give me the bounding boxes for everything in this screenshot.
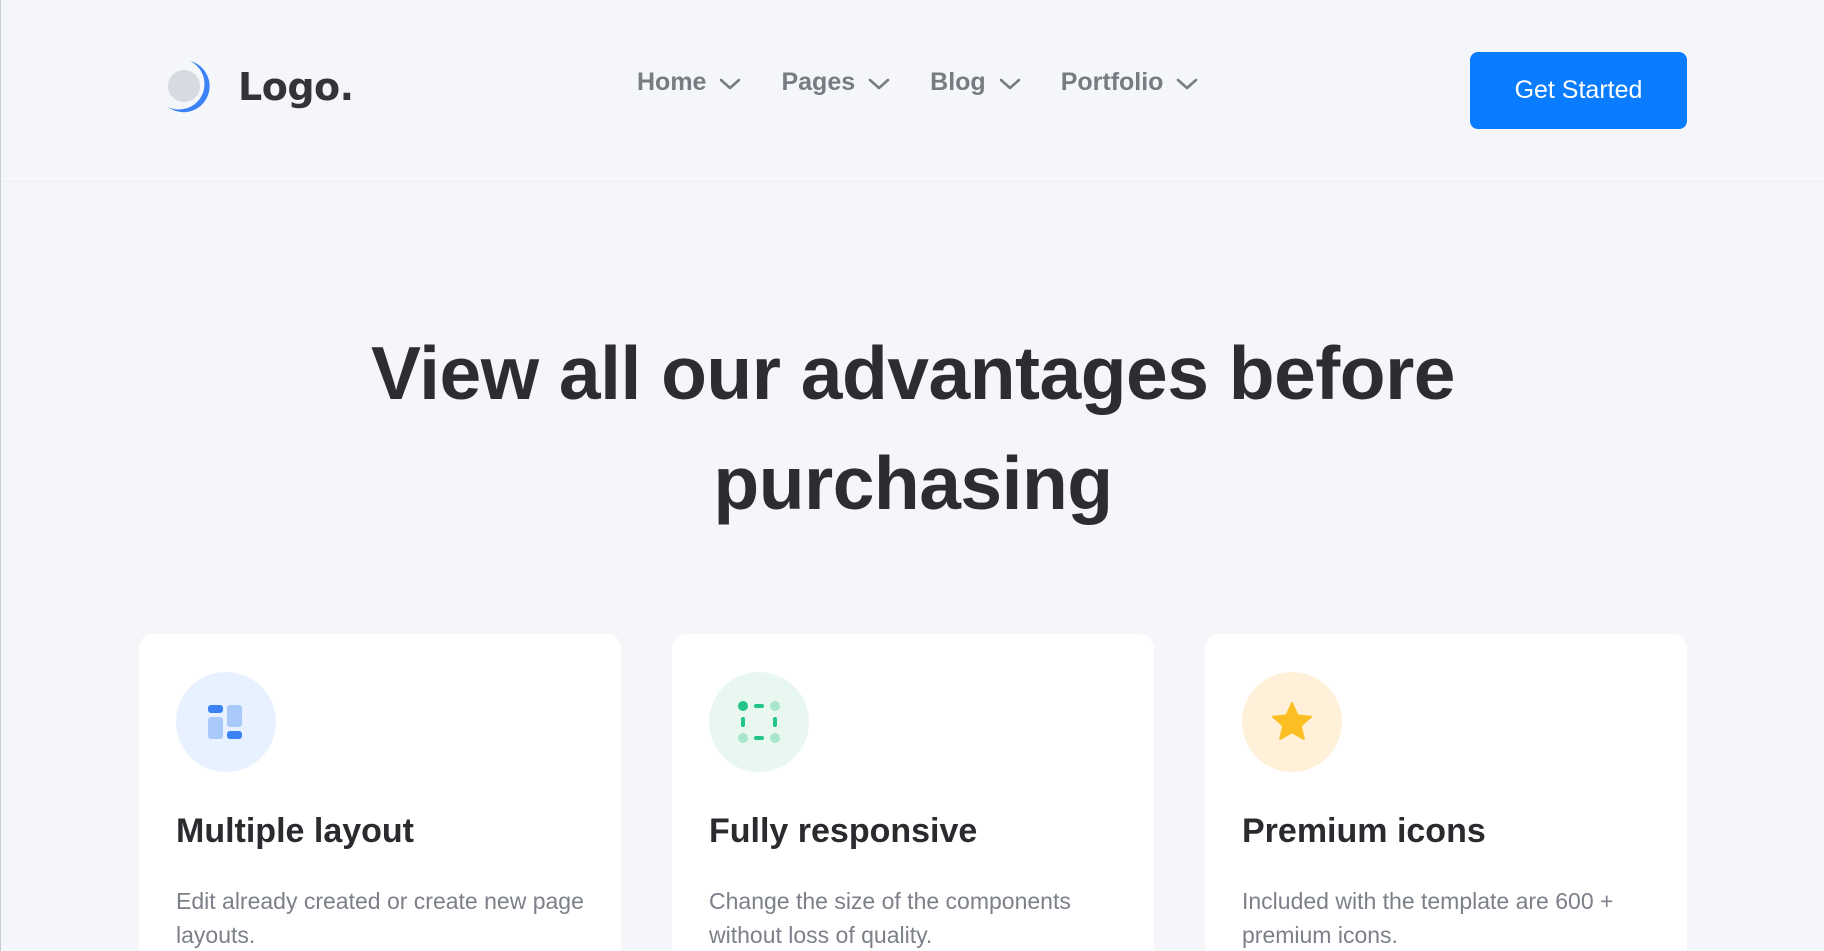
nav-item-label: Pages [781, 68, 856, 96]
nav-item-label: Home [637, 68, 707, 96]
feature-icon-badge [709, 672, 809, 772]
nav-item-home[interactable]: Home [637, 68, 741, 97]
feature-title: Fully responsive [709, 812, 978, 850]
nav-item-label: Portfolio [1060, 68, 1164, 96]
feature-icon-badge [176, 672, 276, 772]
hero-title: View all our advantages before purchasin… [371, 331, 1456, 525]
site-header: Logo. Home Pages Blog Portfolio Get Star… [1, 0, 1824, 182]
responsive-frame-icon [738, 701, 780, 743]
landing-page: Logo. Home Pages Blog Portfolio Get Star… [0, 0, 1824, 951]
feature-card-fully-responsive: Fully responsive Change the size of the … [672, 634, 1154, 951]
nav-item-label: Blog [930, 68, 986, 96]
chevron-down-icon [868, 78, 890, 90]
feature-description: Change the size of the components withou… [709, 888, 1071, 948]
logo-icon [168, 61, 210, 113]
nav-item-blog[interactable]: Blog [930, 68, 1021, 97]
brand-logo-link[interactable]: Logo. [166, 55, 354, 119]
nav-item-pages[interactable]: Pages [781, 68, 890, 97]
nav-item-portfolio[interactable]: Portfolio [1061, 68, 1199, 97]
brand-name: Logo. [238, 65, 354, 109]
chevron-down-icon [999, 78, 1020, 90]
feature-description: Edit already created or create new page … [176, 888, 584, 948]
star-icon [1272, 702, 1312, 740]
chevron-down-icon [720, 78, 741, 90]
chevron-down-icon [1177, 78, 1198, 90]
get-started-button[interactable]: Get Started [1470, 52, 1687, 129]
feature-title: Premium icons [1242, 812, 1486, 850]
feature-card-multiple-layout: Multiple layout Edit already created or … [139, 634, 621, 951]
feature-description: Included with the template are 600 + pre… [1242, 888, 1614, 948]
feature-icon-badge [1242, 672, 1342, 772]
feature-card-premium-icons: Premium icons Included with the template… [1205, 634, 1687, 951]
main-nav: Home Pages Blog Portfolio [637, 68, 1198, 97]
layout-icon [208, 705, 242, 739]
feature-title: Multiple layout [176, 812, 414, 850]
